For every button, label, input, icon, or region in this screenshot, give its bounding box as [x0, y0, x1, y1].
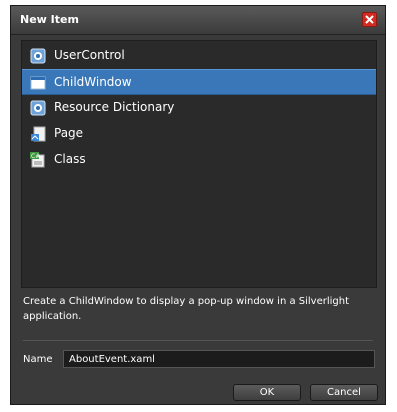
list-item-label: ChildWindow: [54, 75, 132, 89]
dialog-title: New Item: [20, 13, 79, 26]
xaml-file-icon: [30, 100, 46, 116]
svg-text:C#: C#: [31, 153, 40, 160]
cancel-button[interactable]: Cancel: [310, 384, 378, 401]
list-item-label: Page: [54, 126, 84, 140]
name-input[interactable]: [63, 350, 375, 368]
name-label: Name: [23, 354, 53, 365]
csharp-class-icon: C#: [30, 152, 45, 168]
page-icon: [31, 126, 46, 142]
list-item-label: Resource Dictionary: [54, 100, 175, 114]
ok-button[interactable]: OK: [233, 384, 301, 401]
xaml-file-icon: [30, 48, 46, 64]
item-template-list[interactable]: UserControl ChildWindow Resource Diction…: [21, 40, 377, 288]
divider: [23, 340, 373, 341]
list-item-label: UserControl: [54, 48, 125, 62]
list-item-resource-dictionary[interactable]: Resource Dictionary: [22, 95, 376, 121]
close-button[interactable]: [362, 12, 377, 27]
close-icon: [365, 15, 374, 24]
new-item-dialog: New Item UserControl ChildWindow Resourc…: [10, 5, 386, 405]
list-item-usercontrol[interactable]: UserControl: [22, 43, 376, 69]
list-item-class[interactable]: C# Class: [22, 147, 376, 173]
list-item-page[interactable]: Page: [22, 121, 376, 147]
item-description: Create a ChildWindow to display a pop-up…: [23, 296, 350, 322]
title-bar[interactable]: New Item: [11, 6, 385, 35]
list-item-label: Class: [54, 152, 86, 166]
list-item-childwindow[interactable]: ChildWindow: [22, 69, 376, 95]
window-icon: [30, 76, 46, 90]
